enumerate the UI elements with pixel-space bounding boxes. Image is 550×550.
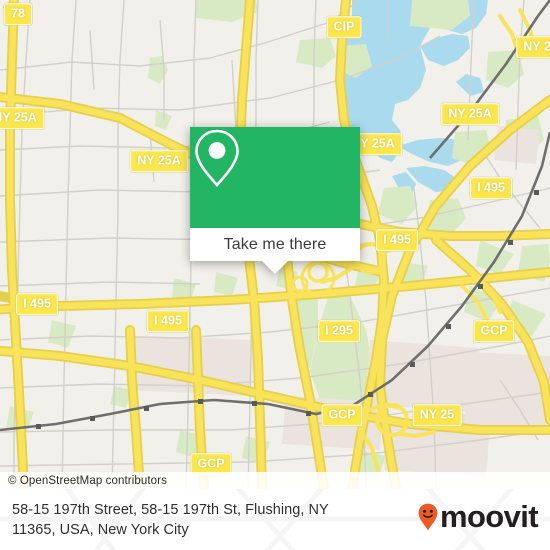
highway-shield: I 495 [147, 310, 189, 332]
footer-bar: 58-15 197th Street, 58-15 197th St, Flus… [0, 489, 550, 550]
highway-shield: I 495 [16, 293, 58, 315]
highway-shield: I 295 [318, 320, 360, 342]
highway-shield: I 495 [376, 229, 418, 251]
moovit-wordmark: moovit [439, 499, 539, 534]
address-line-2: 11365, USA, New York City [12, 522, 189, 538]
map-pin-icon [195, 129, 239, 187]
highway-shield: 78 [4, 3, 32, 25]
map-screenshot: 78 CIP NY 2 NY 25A NY 25A NY 25A NY 25A … [0, 0, 550, 550]
highway-shield: NY 25A [0, 107, 44, 129]
address-line-1: 58-15 197th Street, 58-15 197th St, Flus… [12, 502, 329, 518]
moovit-logo: moovit [418, 499, 539, 534]
highway-shield: I 495 [470, 177, 512, 199]
map-attribution: © OpenStreetMap contributors [0, 472, 550, 489]
highway-shield: GCP [321, 404, 363, 426]
moovit-pin-icon [418, 503, 438, 531]
attribution-text: © OpenStreetMap contributors [8, 474, 167, 487]
callout-action-label: Take me there [223, 235, 327, 253]
highway-shield: NY 25A [130, 150, 188, 172]
highway-shield: NY 25A [441, 103, 499, 125]
highway-shield: NY 2 [516, 36, 550, 58]
callout-tail [262, 261, 288, 274]
highway-shield: NY 25 [412, 404, 462, 426]
location-callout[interactable]: Take me there [190, 127, 360, 274]
highway-shield: CIP [326, 16, 362, 38]
location-address: 58-15 197th Street, 58-15 197th St, Flus… [12, 500, 402, 540]
callout-header [190, 127, 360, 228]
map-canvas[interactable]: 78 CIP NY 2 NY 25A NY 25A NY 25A NY 25A … [0, 0, 550, 489]
highway-shield: GCP [473, 320, 515, 342]
callout-action[interactable]: Take me there [190, 228, 360, 261]
